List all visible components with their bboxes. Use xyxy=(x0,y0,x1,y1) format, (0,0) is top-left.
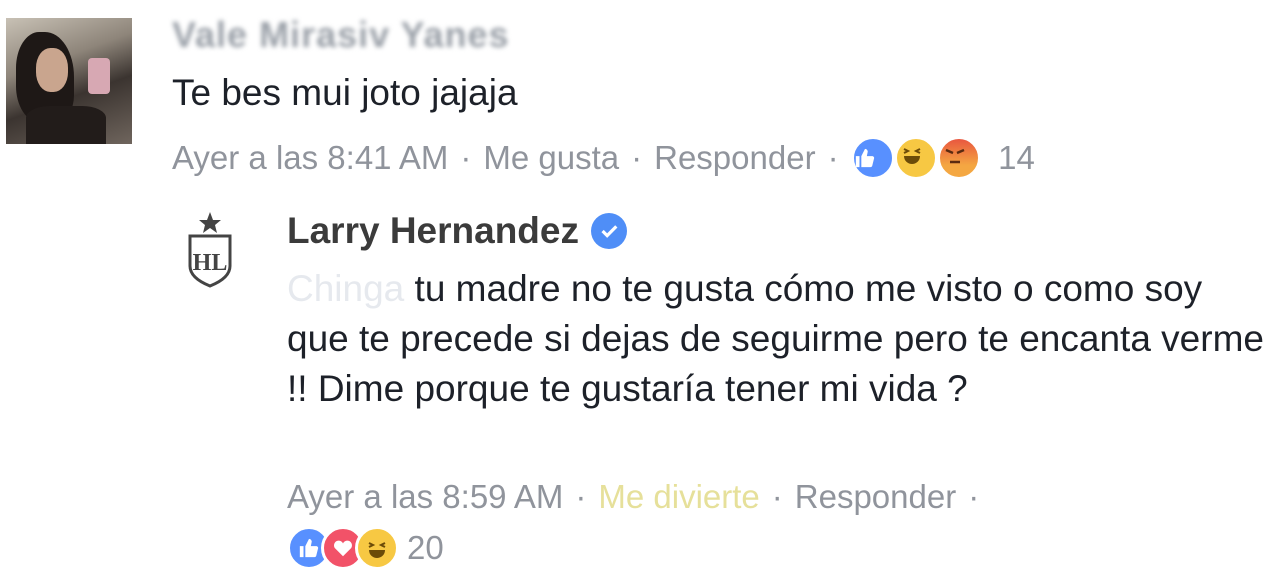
reply-text-censored: Chinga xyxy=(287,268,405,309)
reaction-summary[interactable]: 14 xyxy=(850,136,1035,180)
comment-text: Te bes mui joto jajaja xyxy=(172,72,518,113)
verified-badge-icon xyxy=(591,213,627,249)
haha-icon xyxy=(355,526,399,570)
reply-author[interactable]: Larry Hernandez xyxy=(287,210,627,252)
separator: · xyxy=(631,139,643,176)
angry-icon xyxy=(936,136,981,180)
like-button[interactable]: Me gusta xyxy=(483,139,619,177)
reply-button[interactable]: Responder xyxy=(654,139,815,177)
separator: · xyxy=(827,139,839,176)
comment-timestamp[interactable]: Ayer a las 8:41 AM xyxy=(172,139,448,177)
commenter-avatar[interactable] xyxy=(6,18,132,144)
like-icon xyxy=(850,136,895,180)
avatar-face xyxy=(36,48,68,92)
haha-icon xyxy=(893,136,938,180)
commenter-name[interactable]: Vale Mirasiv Yanes xyxy=(172,14,510,56)
separator: · xyxy=(460,139,472,176)
separator: · xyxy=(968,478,980,515)
reply-text-main: tu madre no te gusta cómo me visto o com… xyxy=(287,268,1264,409)
comment-meta: Ayer a las 8:41 AM · Me gusta · Responde… xyxy=(172,136,1035,180)
reply-button[interactable]: Responder xyxy=(795,478,956,516)
reply-meta: Ayer a las 8:59 AM · Me divierte · Respo… xyxy=(287,478,991,516)
separator: · xyxy=(771,478,783,515)
page-logo[interactable]: HL xyxy=(178,210,242,290)
avatar-phone xyxy=(88,58,110,94)
reaction-button[interactable]: Me divierte xyxy=(598,478,759,516)
reply-timestamp[interactable]: Ayer a las 8:59 AM xyxy=(287,478,563,516)
avatar-clothing xyxy=(26,106,106,144)
reply-text: Chinga tu madre no te gusta cómo me vist… xyxy=(287,264,1267,414)
logo-text: HL xyxy=(193,250,228,276)
reaction-count: 20 xyxy=(407,529,444,566)
reply-reaction-summary[interactable]: 20 xyxy=(287,526,444,570)
separator: · xyxy=(575,478,587,515)
reaction-count: 14 xyxy=(998,139,1035,176)
reply-author-name[interactable]: Larry Hernandez xyxy=(287,210,579,252)
